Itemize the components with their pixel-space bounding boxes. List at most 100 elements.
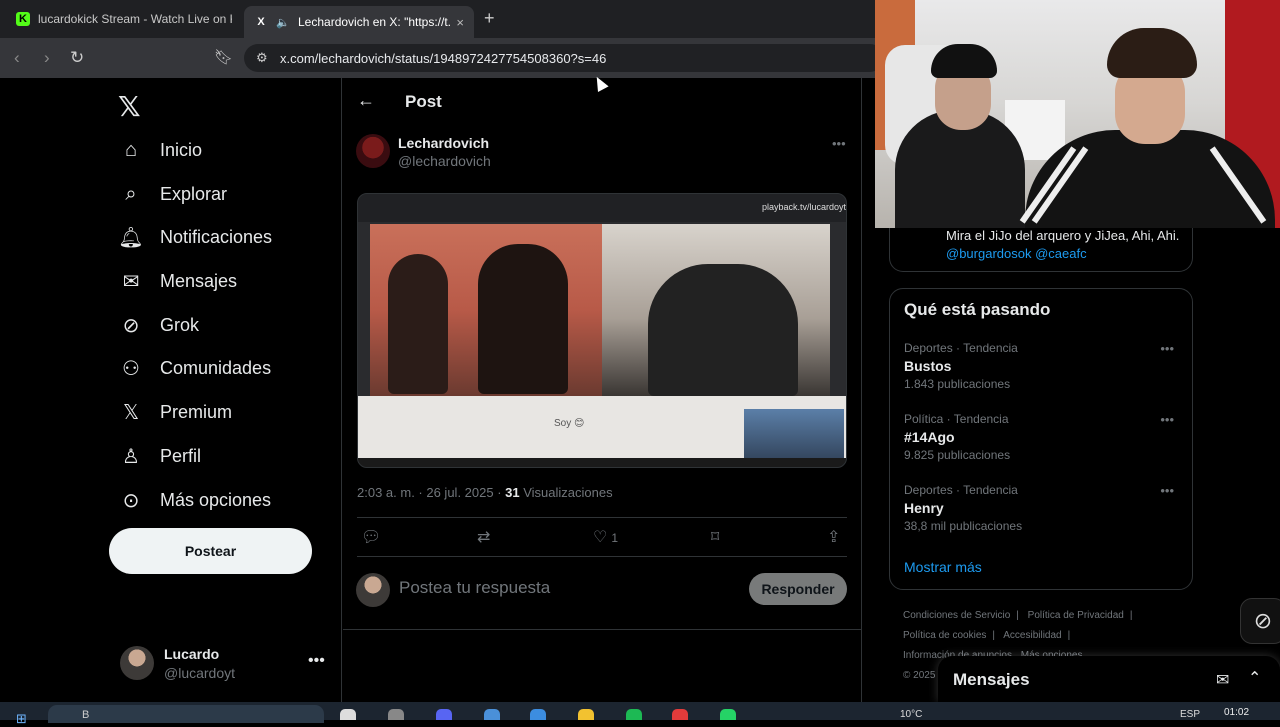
app-icon[interactable] bbox=[530, 709, 546, 720]
x-logo-icon[interactable]: 𝕏 bbox=[118, 90, 141, 123]
task-view-icon[interactable] bbox=[340, 709, 356, 720]
site-info-icon[interactable]: ⚙ bbox=[256, 50, 268, 66]
trend-title: Bustos bbox=[904, 358, 952, 374]
grok-icon: ⊘ bbox=[122, 314, 140, 337]
address-bar[interactable]: ⚙ x.com/lechardovich/status/194897242775… bbox=[244, 44, 884, 72]
reply-input[interactable]: Postea tu respuesta bbox=[399, 578, 550, 598]
nav-item-premium[interactable]: 𝕏 Premium bbox=[118, 394, 232, 430]
bell-icon: 🔔︎ bbox=[118, 226, 144, 249]
trend-category: Deportes · Tendencia bbox=[904, 483, 1018, 497]
windows-start-icon[interactable]: ⊞ bbox=[16, 711, 27, 727]
nav-item-inicio[interactable]: ⌂ Inicio bbox=[118, 132, 202, 168]
browser-tab-bar: K lucardokick Stream - Watch Live on K X… bbox=[0, 0, 875, 38]
nav-item-comunidades[interactable]: ⚇ Comunidades bbox=[118, 350, 271, 386]
nav-item-mas-opciones[interactable]: ⊙ Más opciones bbox=[118, 482, 271, 518]
more-dots-icon[interactable]: ••• bbox=[1160, 412, 1174, 427]
media-person bbox=[648, 264, 798, 396]
nav-item-explorar[interactable]: ⌕ Explorar bbox=[118, 176, 227, 212]
nav-item-mensajes[interactable]: ✉ Mensajes bbox=[118, 263, 237, 299]
nav-label: Explorar bbox=[160, 183, 228, 204]
person-icon: ♙ bbox=[122, 445, 140, 468]
weather-widget[interactable]: 10°C bbox=[900, 709, 922, 720]
back-arrow-icon[interactable]: ‹ bbox=[14, 48, 20, 68]
nav-item-grok[interactable]: ⊘ Grok bbox=[118, 307, 199, 343]
footer-link[interactable]: Política de Privacidad bbox=[1028, 610, 1124, 621]
tab-kick-stream[interactable]: K lucardokick Stream - Watch Live on K bbox=[6, 4, 242, 34]
new-tab-icon[interactable]: + bbox=[484, 8, 495, 29]
more-dots-icon[interactable]: ••• bbox=[1160, 483, 1174, 498]
author-avatar[interactable] bbox=[356, 134, 390, 168]
search-icon: ⌕ bbox=[125, 182, 137, 205]
app-icon[interactable] bbox=[484, 709, 500, 720]
trends-panel: Qué está pasando Deportes · Tendencia Bu… bbox=[889, 288, 1193, 590]
repost-icon[interactable]: ⇄ bbox=[477, 527, 490, 547]
author-handle[interactable]: @lechardovich bbox=[398, 153, 491, 169]
reload-icon[interactable]: ↻ bbox=[70, 48, 84, 68]
x-icon: 𝕏 bbox=[122, 401, 140, 424]
browser-toolbar: ‹ › ↻ 🔖︎ ⚙ x.com/lechardovich/status/194… bbox=[0, 38, 884, 78]
back-arrow-icon[interactable]: ← bbox=[357, 90, 375, 111]
trend-count: 1.843 publicaciones bbox=[904, 377, 1011, 391]
grok-icon: ⊘ bbox=[1253, 608, 1273, 633]
trend-item[interactable]: Deportes · Tendencia Henry 38,8 mil publ… bbox=[904, 483, 1184, 539]
new-message-icon[interactable]: ✉ bbox=[1216, 670, 1229, 690]
reply-button[interactable]: Responder bbox=[749, 573, 847, 605]
bookmark-icon[interactable]: ⌑ bbox=[711, 527, 719, 547]
whatsapp-icon[interactable] bbox=[720, 709, 736, 720]
taskbar-search[interactable]: B bbox=[48, 705, 324, 723]
nav-label: Grok bbox=[160, 314, 200, 335]
folder-icon[interactable] bbox=[578, 709, 594, 720]
account-switcher[interactable]: Lucardo @lucardoyt ••• bbox=[118, 644, 328, 684]
messages-title: Mensajes bbox=[953, 670, 1030, 689]
trend-item[interactable]: Deportes · Tendencia Bustos 1.843 public… bbox=[904, 341, 1184, 397]
tab-x-post[interactable]: X 🔈 Lechardovich en X: "https://t.c × bbox=[244, 6, 474, 38]
avatar bbox=[120, 646, 154, 680]
post-more-icon[interactable]: ••• bbox=[832, 136, 846, 151]
grok-floating-button[interactable]: ⊘ bbox=[1240, 598, 1280, 644]
media-pip-video bbox=[744, 409, 844, 465]
expand-icon[interactable]: ⌃ bbox=[1248, 668, 1261, 688]
share-icon[interactable]: ⇪ bbox=[827, 527, 840, 547]
messages-drawer[interactable]: Mensajes ✉ ⌃ bbox=[938, 656, 1280, 702]
audio-icon[interactable]: 🔈 bbox=[276, 15, 290, 29]
show-more-link[interactable]: Mostrar más bbox=[904, 559, 982, 575]
trend-title: Henry bbox=[904, 500, 944, 516]
user-handle: @lucardoyt bbox=[164, 665, 236, 681]
app-icon[interactable] bbox=[672, 709, 688, 720]
like-button[interactable]: ♡ 1 bbox=[593, 527, 618, 547]
more-dots-icon[interactable]: ••• bbox=[1160, 341, 1174, 356]
more-dots-icon[interactable]: ••• bbox=[308, 652, 325, 670]
author-name[interactable]: Lechardovich bbox=[398, 135, 489, 151]
forward-arrow-icon[interactable]: › bbox=[44, 48, 50, 68]
media-soy-text: Soy 😊 bbox=[554, 418, 585, 429]
footer-link[interactable]: Accesibilidad bbox=[1003, 630, 1061, 641]
nav-label: Notificaciones bbox=[160, 226, 273, 247]
nav-item-notificaciones[interactable]: 🔔︎ Notificaciones bbox=[118, 219, 272, 255]
nav-label: Perfil bbox=[160, 445, 202, 466]
divider bbox=[343, 629, 862, 630]
avatar bbox=[356, 573, 390, 607]
post-media-image[interactable]: playback.tv/lucardoyt Soy 😊 bbox=[357, 193, 847, 468]
trend-count: 9.825 publicaciones bbox=[904, 448, 1011, 462]
nav-label: Inicio bbox=[160, 139, 203, 160]
nav-label: Más opciones bbox=[160, 489, 272, 510]
discord-icon[interactable] bbox=[436, 709, 452, 720]
app-icon[interactable] bbox=[388, 709, 404, 720]
trend-item[interactable]: Política · Tendencia #14Ago 9.825 public… bbox=[904, 412, 1184, 468]
x-favicon-icon: X bbox=[257, 16, 265, 28]
post-time[interactable]: 2:03 a. m. · 26 jul. 2025 · bbox=[357, 485, 505, 500]
post-button[interactable]: Postear bbox=[109, 528, 312, 574]
footer-link[interactable]: Política de cookies bbox=[903, 630, 986, 641]
language-indicator[interactable]: ESP bbox=[1180, 709, 1200, 720]
footer-link[interactable]: Condiciones de Servicio bbox=[903, 610, 1010, 621]
media-taskbar bbox=[358, 458, 846, 467]
clock[interactable]: 01:02 bbox=[1224, 707, 1249, 718]
divider bbox=[357, 556, 847, 557]
kick-favicon-icon: K bbox=[16, 12, 30, 26]
close-tab-icon[interactable]: × bbox=[456, 15, 464, 30]
reply-icon[interactable]: 💬︎ bbox=[361, 527, 381, 547]
card-mentions[interactable]: @burgardosok @caeafc bbox=[946, 246, 1087, 261]
nav-item-perfil[interactable]: ♙ Perfil bbox=[118, 438, 201, 474]
bookmark-icon[interactable]: 🔖︎ bbox=[214, 48, 233, 66]
spotify-icon[interactable] bbox=[626, 709, 642, 720]
